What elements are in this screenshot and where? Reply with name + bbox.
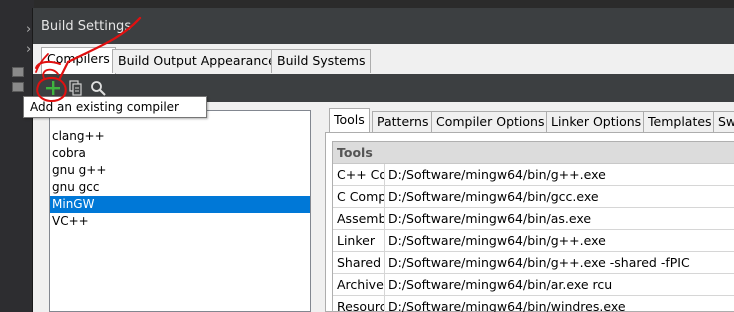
compiler-settings-pane: Tools Patterns Compiler Options Linker O…: [325, 108, 734, 312]
ide-marker: ›: [26, 22, 32, 37]
tab-overflow[interactable]: Sw: [713, 111, 734, 132]
tool-name: Assembler: [333, 208, 385, 229]
copy-compiler-button[interactable]: [66, 78, 86, 98]
top-tab-bar: Compilers Build Output Appearance Build …: [33, 44, 734, 74]
settings-tab-bar: Tools Patterns Compiler Options Linker O…: [325, 108, 734, 133]
table-row[interactable]: Archive D:/Software/mingw64/bin/ar.exe r…: [333, 274, 734, 296]
window-title: Build Settings: [41, 18, 132, 34]
tool-name: Linker: [333, 230, 385, 251]
tool-name: C++ Compiler: [333, 164, 385, 185]
tab-linker-options[interactable]: Linker Options: [546, 111, 647, 132]
tab-build-systems[interactable]: Build Systems: [271, 49, 372, 73]
search-compiler-button[interactable]: [88, 78, 108, 98]
ide-marker: ›: [26, 42, 32, 57]
tab-label: Compilers: [47, 51, 110, 66]
tool-path[interactable]: D:/Software/mingw64/bin/g++.exe: [385, 164, 734, 185]
compiler-list[interactable]: clang++ cobra gnu g++ gnu gcc MinGW VC++: [49, 110, 311, 312]
search-icon: [91, 81, 106, 96]
tool-path[interactable]: D:/Software/mingw64/bin/gcc.exe: [385, 186, 734, 207]
tab-compilers[interactable]: Compilers: [41, 47, 116, 74]
table-row[interactable]: C Compiler D:/Software/mingw64/bin/gcc.e…: [333, 186, 734, 208]
tool-path[interactable]: D:/Software/mingw64/bin/windres.exe: [385, 296, 734, 312]
ide-background: › ›: [0, 0, 34, 312]
ide-fold-marker[interactable]: [12, 82, 24, 92]
tools-grid: Tools C++ Compiler D:/Software/mingw64/b…: [332, 141, 734, 312]
tab-label: Templates: [648, 114, 712, 129]
tool-path[interactable]: D:/Software/mingw64/bin/as.exe: [385, 208, 734, 229]
tool-path[interactable]: D:/Software/mingw64/bin/g++.exe -shared …: [385, 252, 734, 273]
tool-path[interactable]: D:/Software/mingw64/bin/ar.exe rcu: [385, 274, 734, 295]
dialog-content: clang++ cobra gnu g++ gnu gcc MinGW VC++…: [33, 102, 734, 312]
list-item[interactable]: gnu gcc: [50, 179, 310, 196]
tab-label: Build Output Appearance: [118, 53, 276, 68]
tool-name: Shared Object: [333, 252, 385, 273]
tool-name: Resource Compiler: [333, 296, 385, 312]
title-bar[interactable]: Build Settings: [33, 8, 734, 44]
table-row[interactable]: Shared Object D:/Software/mingw64/bin/g+…: [333, 252, 734, 274]
table-row[interactable]: Resource Compiler D:/Software/mingw64/bi…: [333, 296, 734, 312]
tab-label: Compiler Options: [436, 114, 545, 129]
tab-templates[interactable]: Templates: [643, 111, 717, 132]
table-row[interactable]: Assembler D:/Software/mingw64/bin/as.exe: [333, 208, 734, 230]
table-row[interactable]: Linker D:/Software/mingw64/bin/g++.exe: [333, 230, 734, 252]
tab-label: Patterns: [377, 114, 429, 129]
add-compiler-tooltip: Add an existing compiler: [23, 96, 207, 118]
tools-panel: Tools C++ Compiler D:/Software/mingw64/b…: [325, 132, 734, 312]
build-settings-dialog: Build Settings Compilers Build Output Ap…: [32, 8, 734, 312]
list-item[interactable]: clang++: [50, 128, 310, 145]
ide-fold-marker[interactable]: [12, 67, 24, 77]
list-item-selected[interactable]: MinGW: [50, 196, 310, 213]
copy-icon: [69, 80, 82, 96]
list-item[interactable]: VC++: [50, 213, 310, 230]
table-row[interactable]: C++ Compiler D:/Software/mingw64/bin/g++…: [333, 164, 734, 186]
tab-label: Sw: [718, 114, 734, 129]
tab-label: Build Systems: [277, 53, 366, 68]
tab-patterns[interactable]: Patterns: [372, 111, 434, 132]
tool-path[interactable]: D:/Software/mingw64/bin/g++.exe: [385, 230, 734, 251]
tab-label: Linker Options: [551, 114, 642, 129]
tab-build-output-appearance[interactable]: Build Output Appearance: [112, 49, 282, 73]
plus-icon: [46, 81, 60, 95]
add-compiler-button[interactable]: [43, 78, 63, 98]
list-item[interactable]: gnu g++: [50, 162, 310, 179]
tab-compiler-options[interactable]: Compiler Options: [431, 111, 550, 132]
tab-label: Tools: [334, 112, 365, 127]
tool-name: Archive: [333, 274, 385, 295]
tool-name: C Compiler: [333, 186, 385, 207]
tab-tools[interactable]: Tools: [329, 108, 370, 133]
list-item[interactable]: cobra: [50, 145, 310, 162]
grid-header: Tools: [333, 142, 734, 164]
